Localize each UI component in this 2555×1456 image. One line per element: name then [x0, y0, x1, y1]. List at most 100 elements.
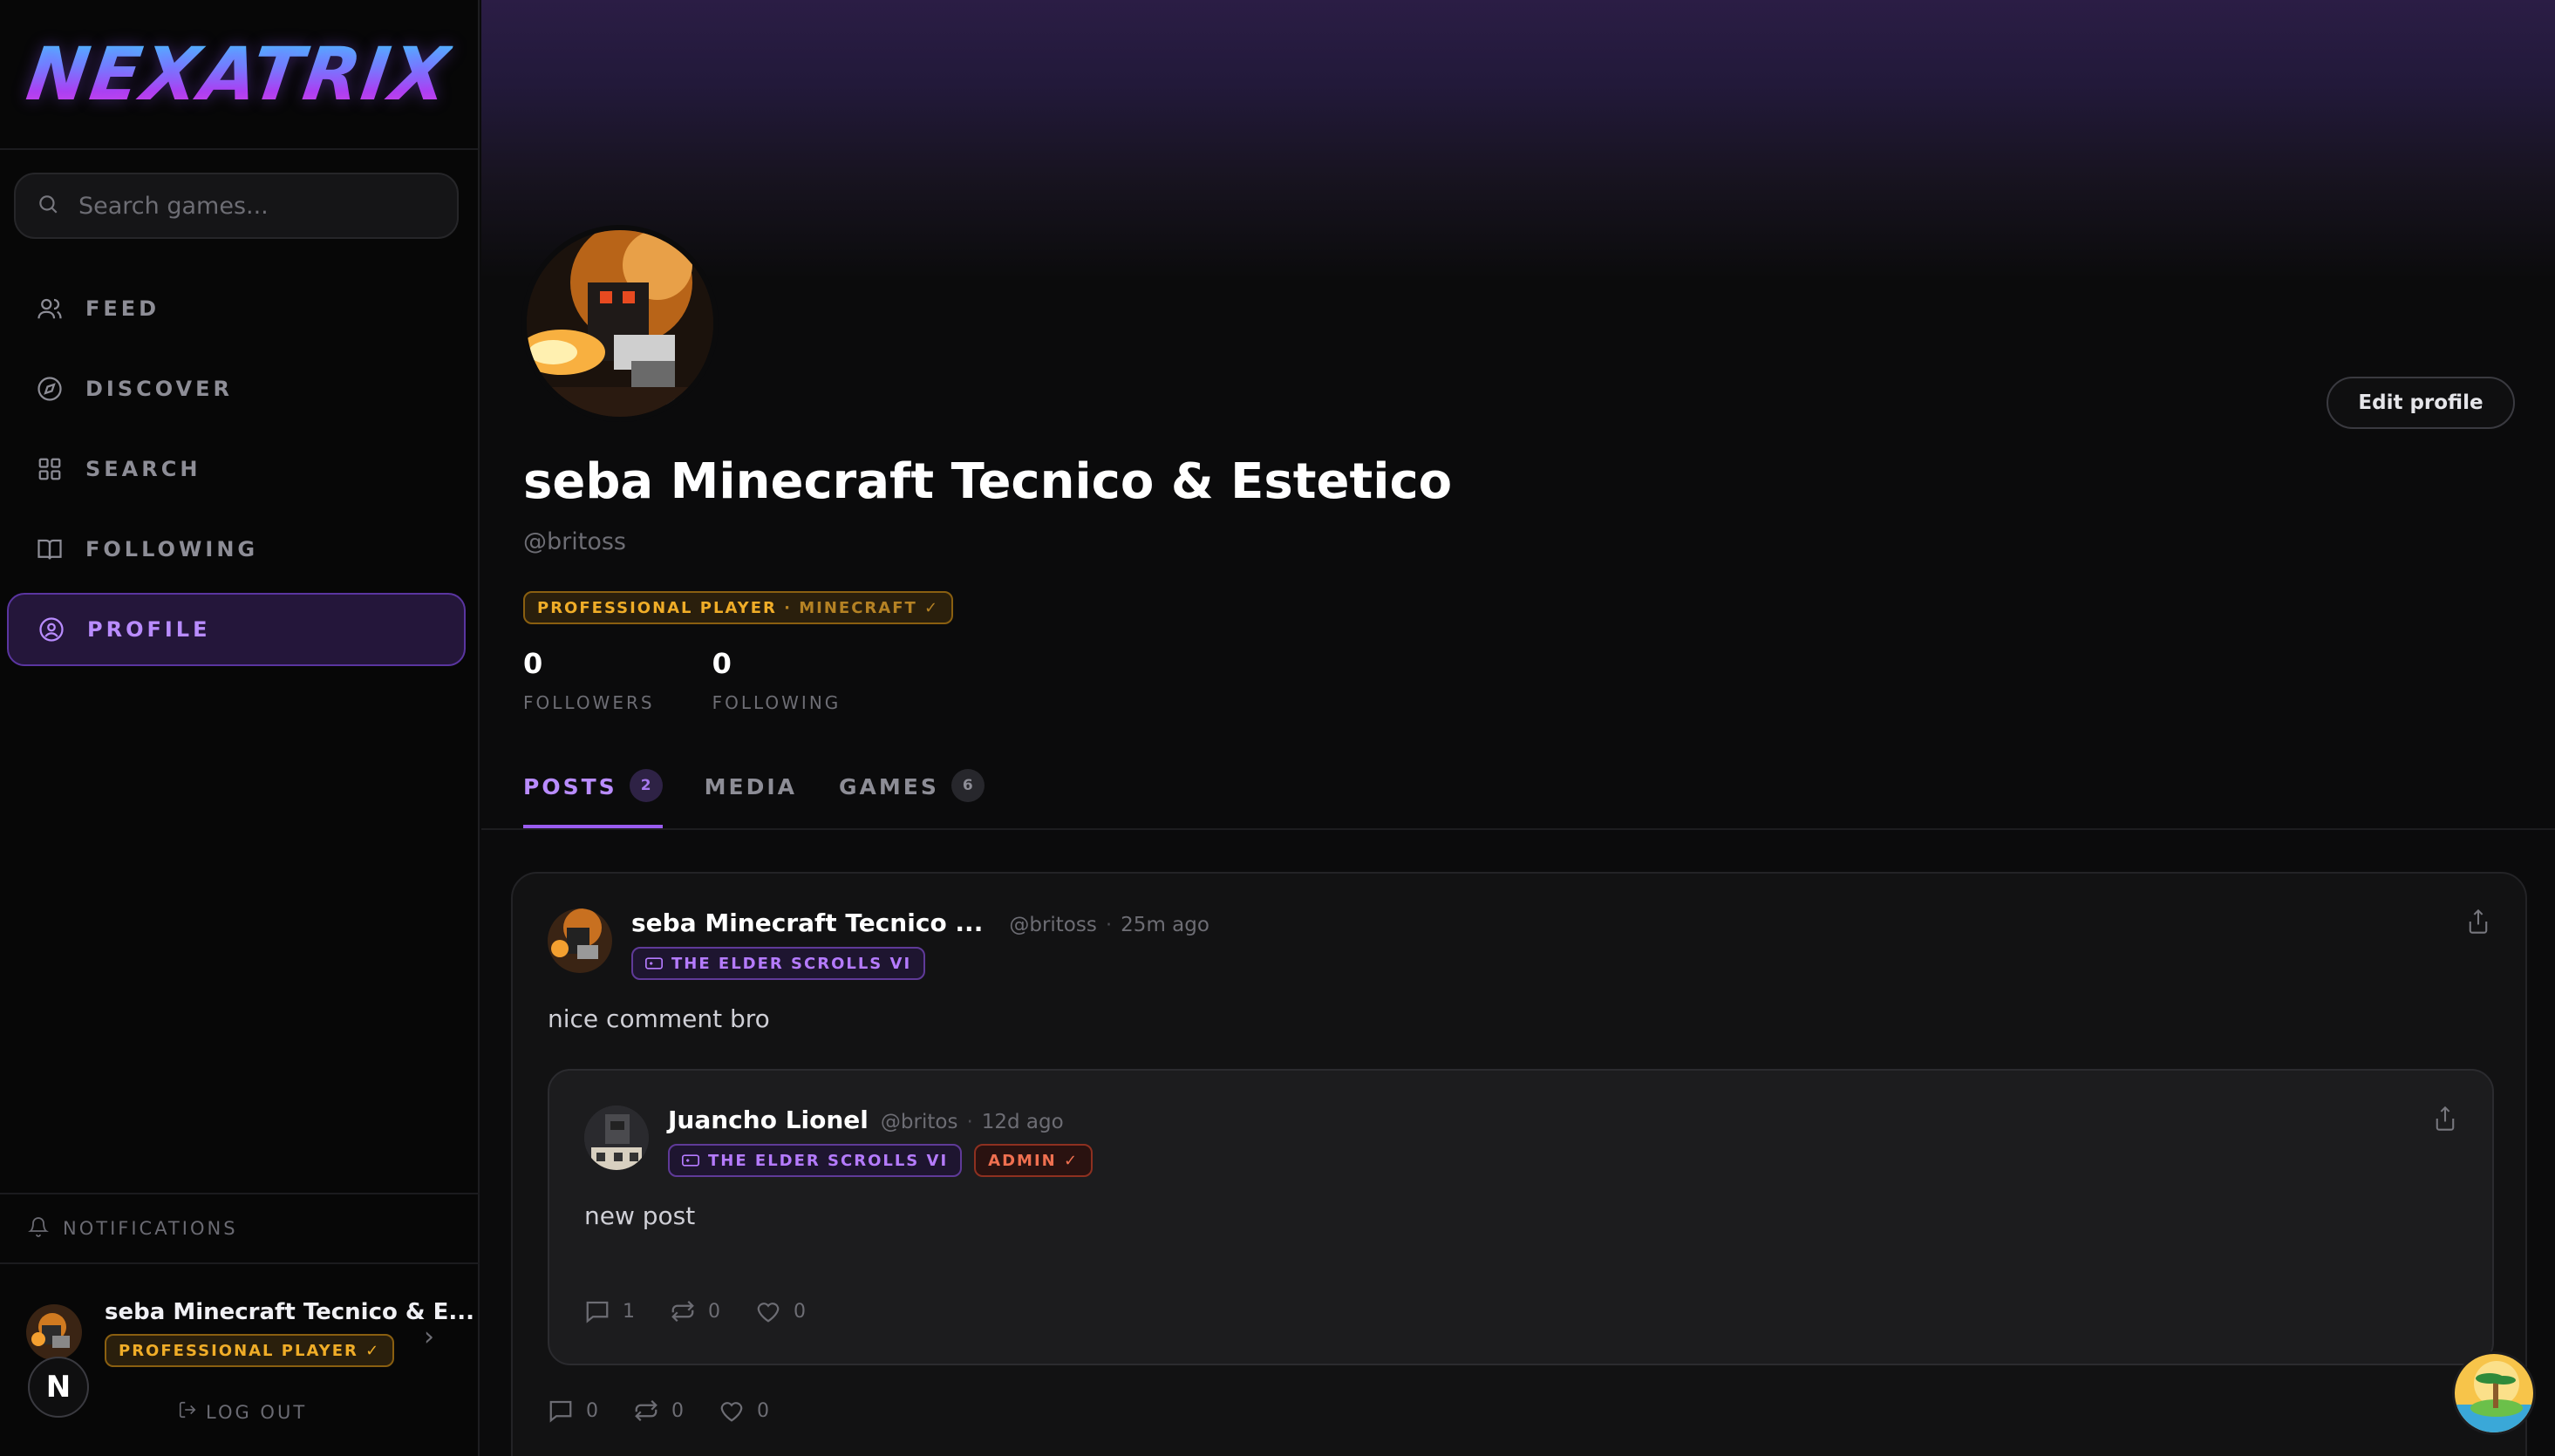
quoted-post-handle[interactable]: @britos	[881, 1111, 958, 1133]
notifications-link[interactable]: NOTIFICATIONS	[0, 1193, 480, 1264]
sidebar-item-discover[interactable]: DISCOVER	[7, 352, 466, 425]
game-badge-label: THE ELDER SCROLLS VI	[708, 1151, 949, 1170]
comment-count: 1	[623, 1300, 635, 1323]
followers-stat[interactable]: 0 FOLLOWERS	[523, 647, 655, 713]
sidebar-item-profile[interactable]: PROFILE	[7, 593, 466, 666]
repost-button[interactable]: 0	[633, 1398, 684, 1423]
comment-button[interactable]: 0	[548, 1398, 598, 1423]
app: NEXATRIX FEED DISCOVER	[0, 0, 2555, 1456]
badge-game-text: · MINECRAFT ✓	[784, 598, 940, 617]
logout-button[interactable]: LOG OUT	[178, 1400, 307, 1424]
sidebar-item-feed[interactable]: FEED	[7, 272, 466, 345]
page-title: seba Minecraft Tecnico & Estetico	[523, 453, 1453, 510]
following-stat[interactable]: 0 FOLLOWING	[712, 647, 841, 713]
n-logo-button[interactable]: N	[28, 1357, 89, 1418]
quoted-post-time: 12d ago	[981, 1111, 1064, 1133]
quoted-post-actions: 1 0 0	[584, 1299, 841, 1323]
post-actions: 0 0 0	[548, 1398, 804, 1423]
comment-button[interactable]: 1	[584, 1299, 635, 1323]
user-circle-icon	[37, 615, 66, 644]
following-label: FOLLOWING	[712, 692, 841, 713]
followers-count: 0	[523, 647, 543, 680]
admin-badge: ADMIN ✓	[974, 1144, 1094, 1177]
grid-icon	[35, 454, 65, 484]
tab-count: 2	[629, 769, 663, 802]
post-handle[interactable]: @britoss	[1009, 914, 1097, 936]
comment-icon	[549, 1400, 572, 1423]
repost-count: 0	[671, 1399, 684, 1422]
search-box[interactable]	[14, 173, 459, 239]
tab-label: GAMES	[839, 774, 939, 799]
game-badge[interactable]: THE ELDER SCROLLS VI	[631, 947, 926, 980]
share-icon[interactable]	[2433, 1106, 2457, 1135]
profile-role-badge: PROFESSIONAL PLAYER · MINECRAFT ✓	[523, 591, 954, 624]
edit-profile-button[interactable]: Edit profile	[2327, 377, 2515, 429]
quoted-post-tags: THE ELDER SCROLLS VI ADMIN ✓	[668, 1144, 1105, 1177]
brand-logo[interactable]: NEXATRIX	[22, 31, 455, 117]
logout-icon	[178, 1400, 197, 1424]
avatar[interactable]	[548, 908, 612, 973]
tab-posts[interactable]: POSTS 2	[523, 764, 663, 828]
book-icon	[35, 534, 65, 564]
game-badge[interactable]: THE ELDER SCROLLS VI	[668, 1144, 963, 1177]
repost-icon	[635, 1399, 657, 1422]
like-count: 0	[757, 1399, 769, 1422]
share-icon[interactable]	[2466, 908, 2490, 938]
chevron-right-icon[interactable]: ›	[424, 1322, 434, 1352]
search-icon	[37, 193, 59, 219]
bell-icon	[28, 1216, 49, 1242]
repost-button[interactable]: 0	[670, 1299, 720, 1323]
sidebar-item-label: PROFILE	[87, 617, 211, 642]
profile-handle: @britoss	[523, 528, 626, 555]
like-button[interactable]: 0	[755, 1299, 806, 1323]
sidebar-nav: FEED DISCOVER SEARCH FOLLOWING PROFILE	[7, 272, 466, 673]
sidebar-item-search[interactable]: SEARCH	[7, 432, 466, 506]
notifications-label: NOTIFICATIONS	[63, 1218, 238, 1239]
tab-label: POSTS	[523, 774, 617, 799]
quoted-post-text: new post	[584, 1201, 696, 1230]
post-card[interactable]: seba Minecraft Tecnico ... @britoss · 25m …	[511, 872, 2527, 1456]
quoted-post-author[interactable]: Juancho Lionel	[668, 1106, 869, 1134]
comment-count: 0	[586, 1399, 598, 1422]
profile-tabs: POSTS 2 MEDIA GAMES 6	[523, 764, 1026, 828]
sidebar-item-label: FOLLOWING	[85, 537, 259, 561]
tab-count: 6	[950, 769, 985, 802]
status-badge: PROFESSIONAL PLAYER · MINECRAFT ✓	[523, 591, 954, 624]
compass-icon	[35, 374, 65, 404]
floating-avatar-button[interactable]	[2452, 1351, 2536, 1435]
search-input[interactable]	[78, 192, 445, 220]
current-user-badge: PROFESSIONAL PLAYER ✓	[105, 1334, 395, 1367]
gamepad-icon	[682, 1153, 699, 1167]
post-game-tag[interactable]: THE ELDER SCROLLS VI	[631, 947, 926, 980]
post-header: seba Minecraft Tecnico ... @britoss · 25m …	[631, 908, 1209, 937]
users-icon	[35, 294, 65, 323]
profile-banner	[481, 0, 2555, 279]
repost-icon	[671, 1300, 694, 1323]
tabs-divider	[481, 828, 2555, 830]
badge-role-text: PROFESSIONAL PLAYER	[537, 598, 777, 617]
quoted-post[interactable]: Juancho Lionel @britos · 12d ago THE ELDER…	[548, 1069, 2494, 1365]
meta-separator: ·	[1105, 914, 1113, 936]
logout-label: LOG OUT	[206, 1401, 308, 1423]
heart-icon	[757, 1303, 780, 1323]
comment-icon	[586, 1301, 609, 1323]
tab-games[interactable]: GAMES 6	[839, 764, 985, 828]
post-text: nice comment bro	[548, 1004, 770, 1033]
like-button[interactable]: 0	[719, 1398, 769, 1423]
meta-separator: ·	[966, 1111, 973, 1133]
followers-label: FOLLOWERS	[523, 692, 655, 713]
quoted-post-meta: @britos · 12d ago	[881, 1111, 1064, 1133]
post-meta: @britoss · 25m ago	[1009, 914, 1209, 936]
avatar[interactable]	[584, 1106, 649, 1170]
game-badge-label: THE ELDER SCROLLS VI	[671, 954, 912, 973]
heart-icon	[720, 1402, 743, 1422]
sidebar-item-following[interactable]: FOLLOWING	[7, 513, 466, 586]
post-time: 25m ago	[1121, 914, 1209, 936]
current-user-card[interactable]: seba Minecraft Tecnico & E... PROFESSION…	[0, 1273, 480, 1456]
tab-media[interactable]: MEDIA	[705, 764, 797, 828]
logo-area[interactable]: NEXATRIX	[0, 0, 478, 150]
profile-avatar[interactable]	[521, 225, 719, 422]
avatar[interactable]	[26, 1304, 82, 1360]
sidebar-item-label: DISCOVER	[85, 377, 233, 401]
post-author[interactable]: seba Minecraft Tecnico ...	[631, 908, 983, 937]
